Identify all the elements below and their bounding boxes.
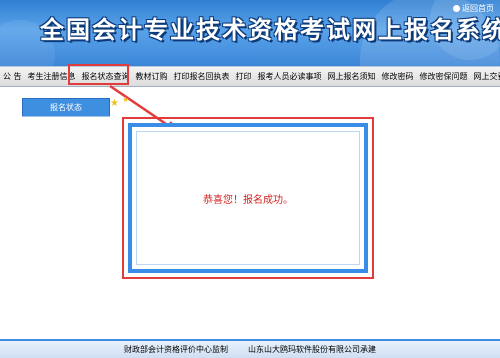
tab-underline xyxy=(22,116,110,117)
footer-supervisor: 财政部会计资格评价中心监制 xyxy=(124,345,228,354)
success-message: 恭喜您！报名成功。 xyxy=(203,195,293,206)
star-icon: ★ xyxy=(122,95,130,104)
tab-registration-status[interactable]: 报名状态 xyxy=(22,98,110,117)
result-panel: 恭喜您！报名成功。 xyxy=(128,123,368,273)
footer-contractor: 山东山大鸥玛软件股份有限公司承建 xyxy=(248,345,376,354)
star-icon: ★ xyxy=(110,98,119,109)
footer: 财政部会计资格评价中心监制 山东山大鸥玛软件股份有限公司承建 xyxy=(0,341,500,358)
